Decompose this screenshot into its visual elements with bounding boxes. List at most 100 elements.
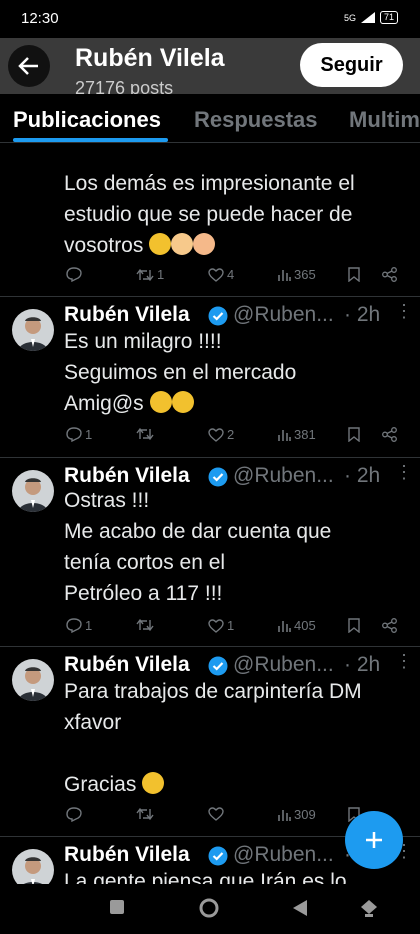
reply-button[interactable] [66, 807, 85, 822]
smiling-face-emoji [171, 391, 194, 413]
back-button[interactable] [8, 45, 50, 87]
bookmark-button[interactable] [348, 267, 360, 282]
views-button[interactable]: 365 [277, 267, 316, 282]
reply-icon [66, 807, 82, 822]
views-button[interactable]: 405 [277, 618, 316, 633]
system-nav-bar [0, 884, 420, 934]
heart-icon [208, 267, 224, 282]
profile-name: Rubén Vilela [75, 44, 225, 72]
verified-badge-icon [208, 467, 228, 487]
repost-button[interactable] [136, 807, 157, 821]
signal-icon [360, 12, 375, 23]
tab-multimedia[interactable]: Multim [349, 107, 420, 133]
network-label: 5G [343, 12, 356, 23]
tab-publicaciones[interactable]: Publicaciones [13, 107, 161, 133]
avatar[interactable] [12, 659, 54, 701]
author-name[interactable]: Rubén Vilela [64, 843, 190, 867]
bookmark-button[interactable] [348, 618, 360, 633]
views-icon [278, 809, 291, 821]
post-time[interactable]: · 2h [344, 303, 380, 327]
heart-icon [208, 427, 224, 442]
avatar[interactable] [12, 849, 54, 884]
avatar-image [12, 849, 54, 884]
reply-button[interactable]: 1 [66, 618, 92, 633]
author-handle[interactable]: @Ruben... [233, 653, 334, 677]
views-icon [278, 620, 291, 632]
avatar-image [12, 309, 54, 351]
bookmark-button[interactable] [348, 427, 360, 442]
repost-icon [136, 268, 154, 281]
share-icon [382, 267, 397, 282]
recents-button[interactable] [110, 900, 124, 914]
posts-count: 27176 posts [75, 78, 174, 94]
post-item[interactable]: Rubén Vilela @Ruben... · 2h ⋮ Para traba… [0, 647, 420, 837]
heart-icon [208, 618, 224, 633]
status-time: 12:30 [21, 10, 59, 27]
post-text: La gente piensa que Irán es lo [64, 870, 347, 884]
zany-face-emoji [149, 233, 172, 255]
more-options-icon[interactable]: ⋮ [395, 301, 413, 322]
tab-respuestas[interactable]: Respuestas [194, 107, 318, 133]
more-options-icon[interactable]: ⋮ [395, 651, 413, 672]
verified-badge-icon [208, 656, 228, 676]
repost-button[interactable] [136, 618, 157, 632]
bookmark-icon [348, 618, 360, 633]
post-text: Los demás es impresionante el estudio qu… [64, 172, 355, 257]
avatar[interactable] [12, 470, 54, 512]
bookmark-icon [348, 267, 360, 282]
back-nav-button[interactable] [293, 900, 307, 916]
like-button[interactable] [208, 807, 227, 821]
battery-icon: 71 [379, 11, 398, 24]
share-button[interactable] [382, 618, 398, 633]
reply-button[interactable]: 1 [66, 427, 92, 442]
views-icon [278, 429, 291, 441]
post-actions: 1 2 381 [0, 427, 420, 447]
arrow-left-icon [18, 57, 38, 75]
profile-header: Rubén Vilela 27176 posts Seguir [0, 38, 420, 94]
post-actions: 1 1 405 [0, 618, 420, 638]
status-bar: 12:30 5G 71 [0, 0, 420, 38]
reply-button[interactable] [66, 267, 85, 282]
post-actions: 1 4 365 [0, 267, 420, 287]
post-time[interactable]: · 2h [344, 464, 380, 488]
verified-badge-icon [208, 846, 228, 866]
views-button[interactable]: 381 [277, 427, 316, 442]
home-button[interactable] [199, 898, 219, 918]
author-handle[interactable]: @Ruben... [233, 843, 334, 867]
flexed-biceps-emoji [193, 233, 216, 255]
post-time[interactable]: · 2h [344, 653, 380, 677]
author-name[interactable]: Rubén Vilela [64, 653, 190, 677]
repost-button[interactable] [136, 427, 157, 441]
repost-icon [136, 618, 154, 632]
post-text: Ostras !!! Me acabo de dar cuenta que te… [64, 489, 332, 605]
compose-button[interactable] [345, 811, 403, 869]
raising-hands-emoji [171, 233, 194, 255]
share-button[interactable] [382, 267, 398, 282]
post-item[interactable]: Rubén Vilela @Ruben... · 2h ⋮ Ostras !!!… [0, 458, 420, 647]
post-item[interactable]: Los demás es impresionante el estudio qu… [0, 142, 420, 297]
like-button[interactable]: 2 [208, 427, 234, 442]
share-button[interactable] [382, 427, 398, 442]
avatar-image [12, 659, 54, 701]
author-name[interactable]: Rubén Vilela [64, 303, 190, 327]
reply-icon [66, 267, 82, 282]
profile-tabs: Publicaciones Respuestas Multim [0, 94, 420, 143]
heart-icon [208, 807, 224, 821]
repost-button[interactable]: 1 [136, 267, 164, 282]
bookmark-icon [348, 427, 360, 442]
avatar-image [12, 470, 54, 512]
post-item[interactable]: Rubén Vilela @Ruben... · 2h ⋮ Es un mila… [0, 297, 420, 458]
plus-icon [366, 832, 382, 848]
author-handle[interactable]: @Ruben... [233, 303, 334, 327]
views-icon [278, 269, 291, 281]
like-button[interactable]: 1 [208, 618, 234, 633]
views-button[interactable]: 309 [277, 807, 316, 822]
repost-icon [136, 427, 154, 441]
assistant-button[interactable] [359, 898, 379, 918]
follow-button[interactable]: Seguir [300, 43, 403, 87]
like-button[interactable]: 4 [208, 267, 234, 282]
avatar[interactable] [12, 309, 54, 351]
more-options-icon[interactable]: ⋮ [395, 462, 413, 483]
zany-face-emoji [149, 391, 172, 413]
verified-badge-icon [208, 306, 228, 326]
